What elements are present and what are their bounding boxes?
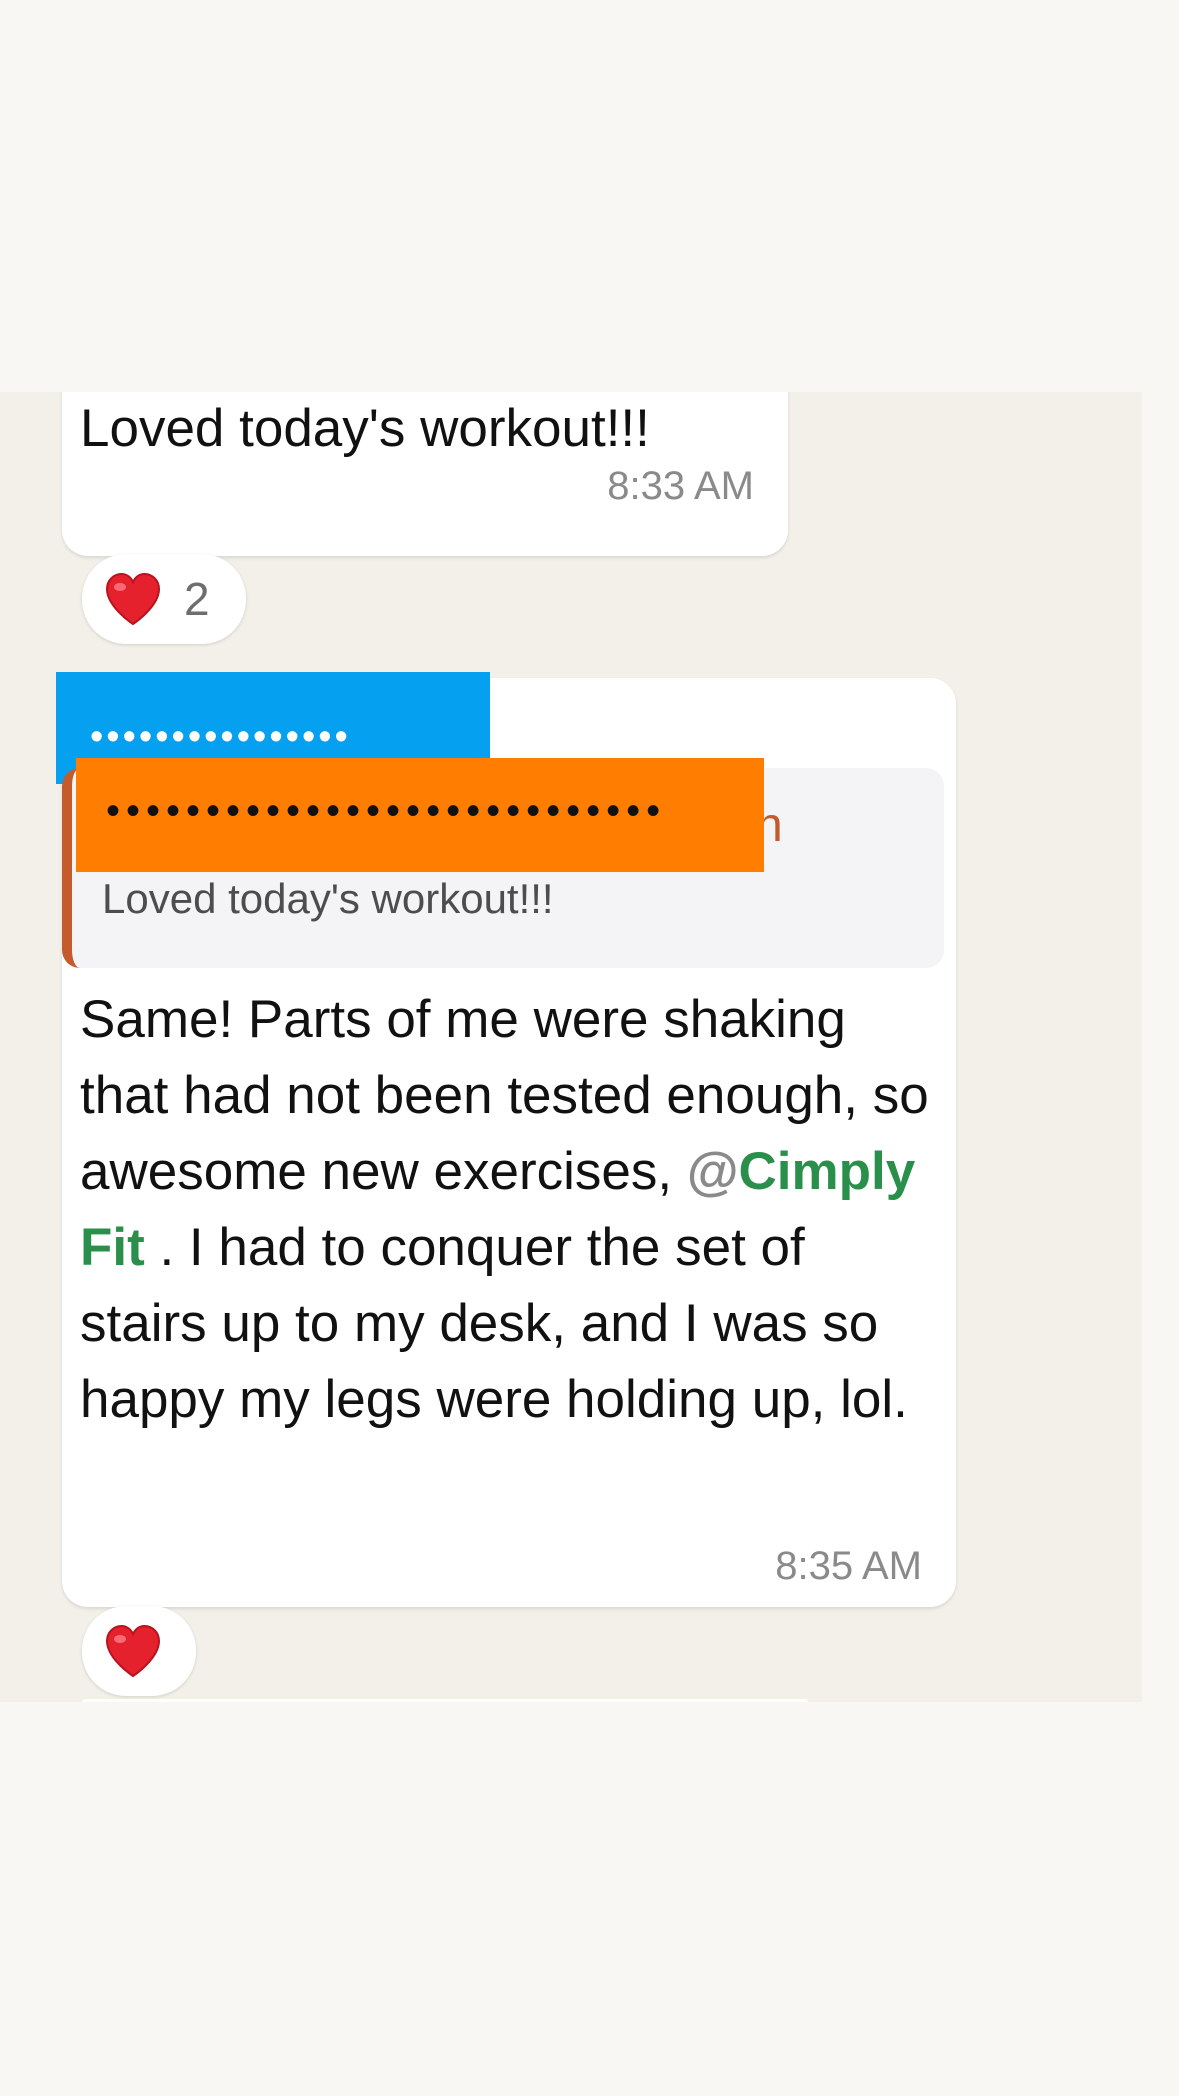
message-bubble[interactable]: Ty Loved today's workout!!! 8:33 AM: [62, 392, 788, 556]
message-text-end: . I had to conquer the set of stairs up …: [80, 1218, 908, 1429]
quoted-author-redacted: ••••••••••••••••••••••••••••: [76, 758, 764, 872]
message-timestamp: 8:35 AM: [775, 1544, 922, 1588]
mention-at: @: [686, 1142, 739, 1201]
quoted-reply[interactable]: n •••••••••••••••••••••••••••• Loved tod…: [62, 758, 944, 968]
message-text: Loved today's workout!!!: [80, 399, 650, 458]
heart-icon: [104, 572, 162, 626]
chat-thread: Ty Loved today's workout!!! 8:33 AM 2 ••…: [0, 392, 1142, 1702]
message-timestamp: 8:33 AM: [607, 464, 754, 508]
message-text: Same! Parts of me were shaking that had …: [80, 982, 940, 1438]
reaction-pill[interactable]: [82, 1606, 196, 1696]
quoted-text: Loved today's workout!!!: [102, 875, 554, 922]
next-message-edge: [82, 1699, 808, 1702]
reaction-count: 2: [184, 573, 210, 625]
heart-icon: [104, 1624, 162, 1678]
message-bubble[interactable]: •••••••••••••••• n •••••••••••••••••••••…: [56, 672, 956, 1607]
reaction-pill[interactable]: 2: [82, 554, 246, 644]
